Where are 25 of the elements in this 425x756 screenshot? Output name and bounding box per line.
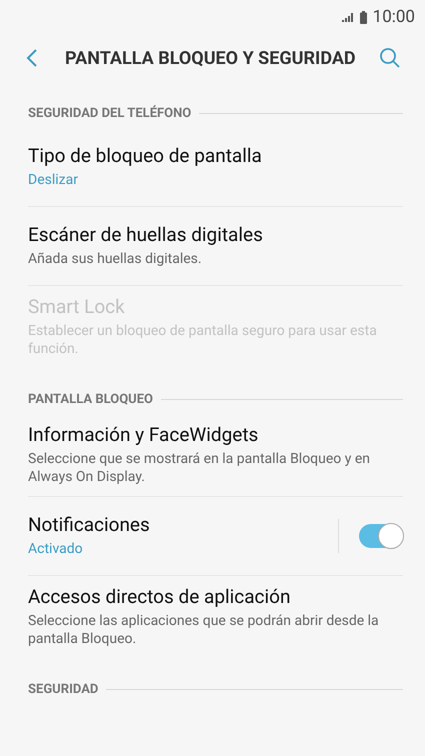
battery-icon	[360, 10, 367, 24]
item-title: Tipo de bloqueo de pantalla	[28, 144, 263, 167]
search-icon[interactable]	[379, 47, 401, 69]
item-subtitle: Seleccione que se mostrará en la pantalla Bloqueo y en Always On Display.	[28, 450, 371, 486]
item-title: Notificaciones	[28, 513, 151, 536]
section-header: PANTALLA BLOQUEO	[28, 392, 154, 406]
settings-item[interactable]: Información y FaceWidgets Seleccione que se mostrará en la pantalla Bloqueo y en Always On Display.	[28, 414, 403, 497]
item-title: Accesos directos de aplicación	[28, 585, 292, 608]
item-subtitle: Seleccione las aplicaciones que se podrán abrir desde la pantalla Bloqueo.	[28, 612, 380, 648]
section-header: SEGURIDAD	[28, 682, 98, 696]
settings-item[interactable]: Escáner de huellas digitales Añada sus huellas digitales.	[28, 207, 403, 286]
section-header: SEGURIDAD DEL TELÉFONO	[28, 106, 192, 120]
item-subtitle: Añada sus huellas digitales.	[28, 250, 203, 268]
item-subtitle: Activado	[28, 540, 84, 558]
item-title: Información y FaceWidgets	[28, 423, 260, 446]
back-icon[interactable]	[26, 48, 38, 68]
status-time: 10:00	[372, 7, 415, 27]
item-subtitle: Deslizar	[28, 171, 79, 189]
item-title: Escáner de huellas digitales	[28, 223, 264, 246]
toggle-switch[interactable]	[359, 524, 403, 548]
signal-icon	[342, 12, 356, 22]
settings-item[interactable]: Tipo de bloqueo de pantalla Deslizar	[28, 128, 403, 207]
screen-title: PANTALLA BLOQUEO Y SEGURIDAD	[65, 48, 357, 68]
settings-item[interactable]: Notificaciones Activado	[28, 497, 403, 576]
settings-item[interactable]: Accesos directos de aplicación Seleccione las aplicaciones que se podrán abrir desde la pantalla Bloqueo.	[28, 576, 403, 658]
